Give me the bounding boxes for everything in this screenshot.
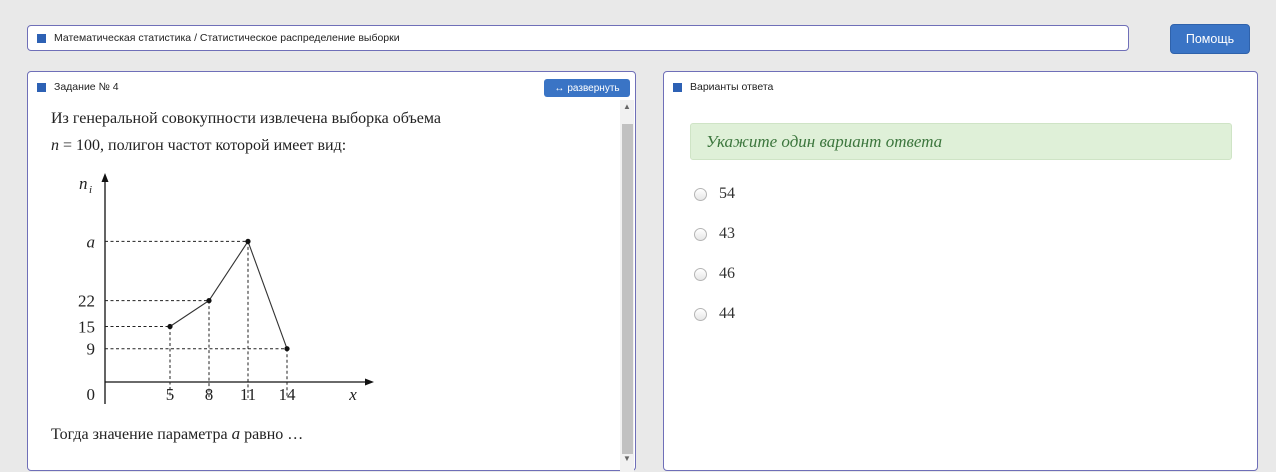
- answer-option[interactable]: 46: [694, 254, 735, 294]
- hint-box: Укажите один вариант ответа: [690, 123, 1232, 160]
- answer-panel: Варианты ответа Укажите один вариант отв…: [663, 71, 1258, 471]
- n-variable: n: [51, 137, 59, 154]
- scrollbar[interactable]: ▲ ▼: [620, 100, 634, 472]
- x-tick-label: 14: [279, 385, 297, 404]
- x-tick-label: 5: [166, 385, 175, 404]
- option-label: 54: [719, 185, 735, 202]
- scroll-up-icon[interactable]: ▲: [620, 100, 634, 114]
- frequency-polygon-line: [169, 240, 288, 349]
- task-panel: Задание № 4 ↔ развернуть Из генеральной …: [27, 71, 636, 472]
- answer-option[interactable]: 43: [694, 214, 735, 254]
- answer-options: 54 43 46 44: [694, 174, 735, 334]
- y-axis-label-subscript: i: [89, 184, 92, 196]
- x-axis-arrow: [365, 378, 374, 386]
- y-axis-arrow: [101, 173, 109, 182]
- data-point: [245, 238, 251, 244]
- y-axis-label: n: [79, 174, 88, 193]
- data-point: [206, 298, 212, 304]
- square-bullet-icon: [673, 82, 682, 92]
- scroll-thumb[interactable]: [622, 124, 633, 454]
- y-tick-label: 22: [78, 292, 95, 311]
- radio-button[interactable]: [694, 227, 707, 241]
- question-prefix: Тогда значение параметра: [51, 426, 232, 443]
- option-label: 46: [719, 265, 735, 282]
- n-value: = 100,: [59, 137, 105, 154]
- data-point: [167, 323, 173, 330]
- task-statement: Из генеральной совокупности извлечена вы…: [51, 105, 611, 159]
- expand-button[interactable]: ↔ развернуть: [544, 79, 630, 97]
- question-suffix: равно …: [240, 426, 304, 443]
- x-tick-label: 11: [240, 385, 256, 404]
- y-tick-label: 15: [78, 318, 95, 337]
- y-tick-label: a: [87, 232, 96, 251]
- breadcrumb-text: Математическая статистика / Статистическ…: [54, 32, 400, 44]
- task-title: Задание № 4: [54, 81, 119, 93]
- expand-arrows-icon: ↔: [554, 82, 565, 94]
- y-tick-label: 9: [87, 340, 96, 359]
- x-axis-label: x: [348, 385, 357, 404]
- x-tick-label: 8: [205, 385, 214, 404]
- answer-panel-header: Варианты ответа: [673, 81, 773, 93]
- radio-button[interactable]: [694, 307, 707, 321]
- task-line-2: n = 100, полигон частот которой имеет ви…: [51, 132, 611, 159]
- help-button[interactable]: Помощь: [1170, 24, 1250, 54]
- scroll-down-icon[interactable]: ▼: [620, 452, 634, 466]
- data-point: [284, 346, 290, 352]
- task-line-1: Из генеральной совокупности извлечена вы…: [51, 110, 441, 127]
- task-line-2-rest: полигон частот которой имеет вид:: [104, 137, 347, 154]
- task-panel-header: Задание № 4: [37, 81, 119, 93]
- breadcrumb: Математическая статистика / Статистическ…: [27, 25, 1129, 51]
- square-bullet-icon: [37, 82, 46, 92]
- answer-option[interactable]: 44: [694, 294, 735, 334]
- option-label: 44: [719, 305, 735, 322]
- square-bullet-icon: [37, 33, 46, 43]
- answer-title: Варианты ответа: [690, 81, 774, 93]
- expand-label: развернуть: [567, 82, 620, 94]
- question-line: Тогда значение параметра a равно …: [51, 424, 303, 444]
- option-label: 43: [719, 225, 735, 242]
- question-variable: a: [231, 424, 241, 443]
- radio-button[interactable]: [694, 187, 707, 201]
- frequency-polygon-chart: 5 8 11 14 9 15 22 a 0 x n i: [78, 173, 374, 404]
- answer-option[interactable]: 54: [694, 174, 735, 214]
- origin-label: 0: [87, 385, 96, 404]
- radio-button[interactable]: [694, 267, 707, 281]
